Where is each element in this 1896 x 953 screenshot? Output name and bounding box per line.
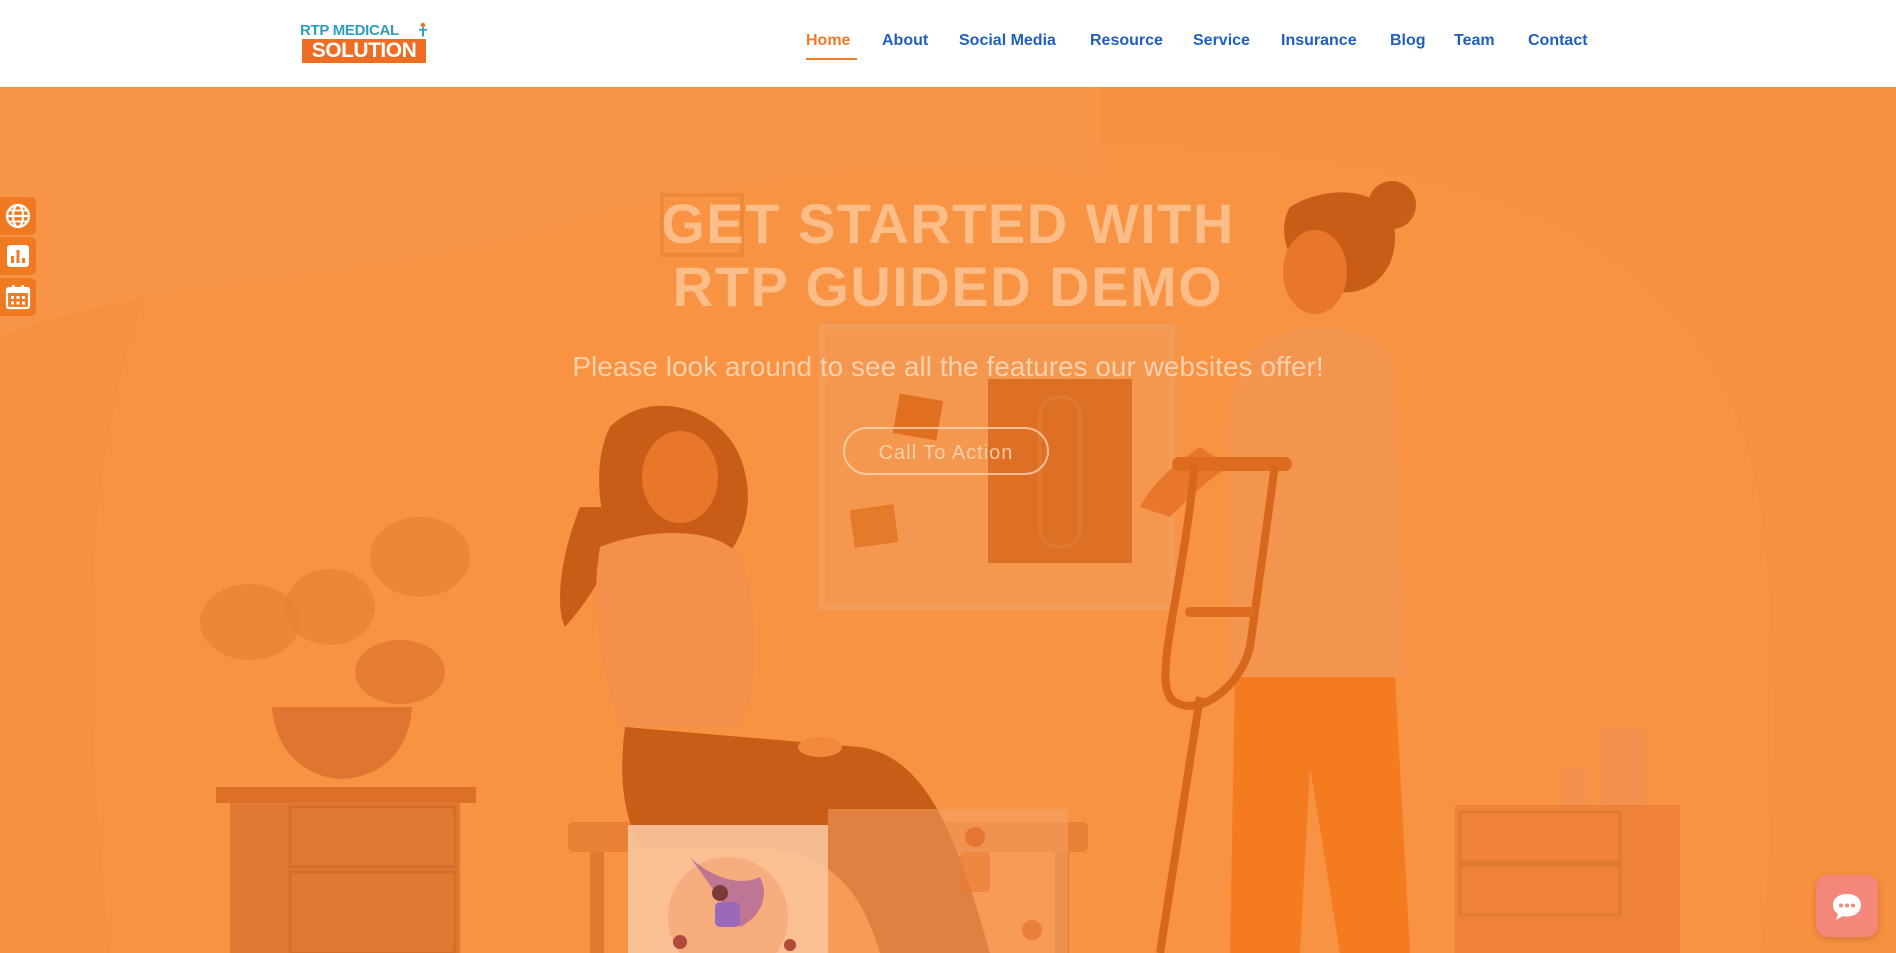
nav-about[interactable]: About <box>882 32 928 50</box>
hero-headline-line2: RTP GUIDED DEMO <box>672 255 1224 318</box>
chat-widget-button[interactable] <box>1816 875 1878 937</box>
side-globe-button[interactable] <box>0 197 36 235</box>
call-to-action-button[interactable]: Call To Action <box>843 427 1049 475</box>
side-calendar-button[interactable] <box>0 278 36 316</box>
side-chart-button[interactable] <box>0 237 36 275</box>
nav-contact[interactable]: Contact <box>1528 32 1588 50</box>
globe-icon <box>5 203 31 229</box>
chat-icon <box>1833 894 1861 920</box>
hero-subline: Please look around to see all the featur… <box>572 351 1324 382</box>
main-nav: Home About Social Media Resource Service… <box>0 0 1896 87</box>
calendar-icon <box>5 285 31 310</box>
hero-section: GET STARTED WITH RTP GUIDED DEMO Please … <box>0 87 1896 953</box>
nav-insurance[interactable]: Insurance <box>1281 32 1357 50</box>
chart-icon <box>7 245 29 267</box>
nav-active-underline <box>806 58 857 60</box>
nav-home[interactable]: Home <box>806 32 850 50</box>
nav-social-media[interactable]: Social Media <box>959 32 1056 50</box>
nav-service[interactable]: Service <box>1193 32 1250 50</box>
nav-resource[interactable]: Resource <box>1090 32 1163 50</box>
nav-blog[interactable]: Blog <box>1390 32 1426 50</box>
site-header: RTP MEDICAL SOLUTION Home About Social M… <box>0 0 1896 87</box>
hero-headline-line1: GET STARTED WITH <box>661 192 1235 255</box>
nav-team[interactable]: Team <box>1454 32 1495 50</box>
